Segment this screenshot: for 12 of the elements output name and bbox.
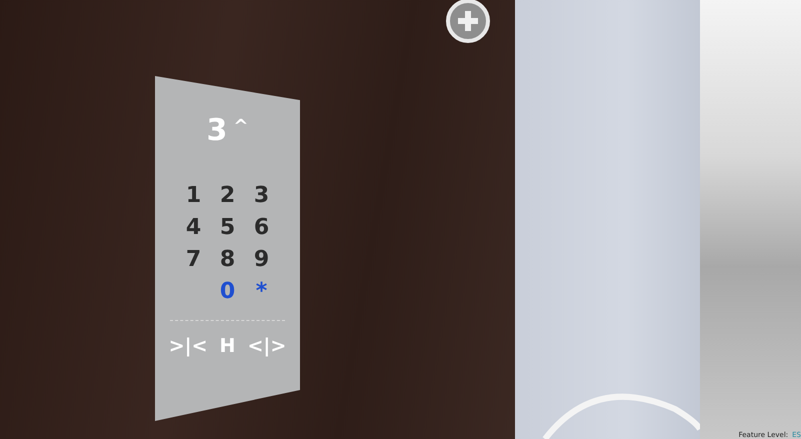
keypad-key[interactable]: 2 xyxy=(220,182,236,210)
keypad-key[interactable]: 3 xyxy=(254,182,270,210)
floor-number: 3 xyxy=(206,116,228,146)
keypad-key[interactable]: 7 xyxy=(186,246,202,274)
keypad-key[interactable]: 8 xyxy=(220,246,236,274)
keypad-key[interactable]: 1 xyxy=(186,182,202,210)
direction-indicator: ^ xyxy=(233,118,248,136)
keypad-key[interactable]: 6 xyxy=(254,214,270,242)
keypad-key[interactable]: 4 xyxy=(186,214,202,242)
plus-icon xyxy=(456,9,480,33)
keypad-key[interactable]: 9 xyxy=(254,246,270,274)
keypad-key[interactable]: 5 xyxy=(220,214,236,242)
